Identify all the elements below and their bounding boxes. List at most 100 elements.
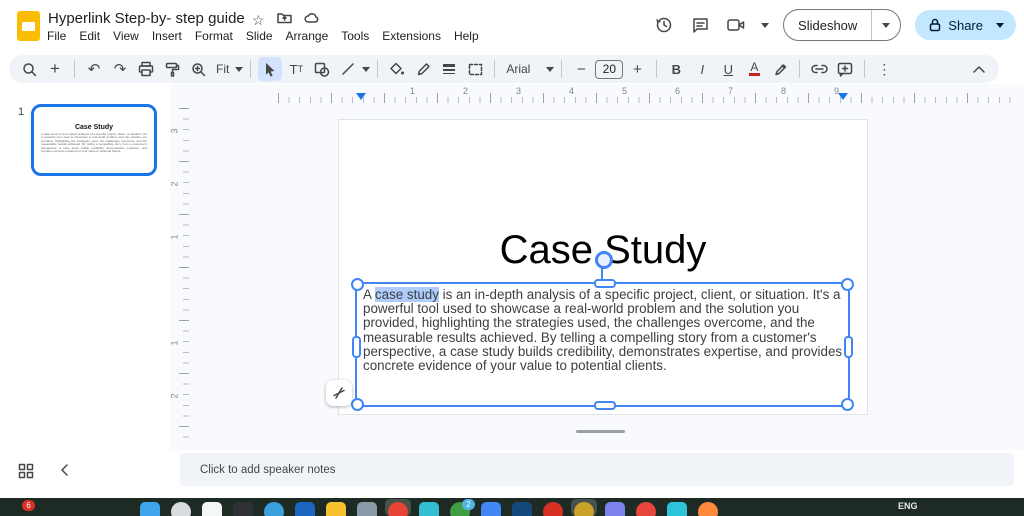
star-icon[interactable]: ☆ [252,12,265,29]
speaker-notes-placeholder: Click to add speaker notes [200,464,336,476]
fill-color-icon[interactable] [385,57,409,81]
menu-insert[interactable]: Insert [152,29,182,43]
meet-caret-icon[interactable] [761,23,769,28]
taskbar-app-chrome[interactable] [388,502,408,516]
meet-camera-icon[interactable] [725,14,747,36]
font-family-select[interactable]: Arial [502,62,544,76]
taskbar-app-chrome-profile[interactable] [543,502,563,516]
add-comment-icon[interactable] [833,57,857,81]
menu-tools[interactable]: Tools [341,29,369,43]
menu-view[interactable]: View [113,29,139,43]
ruler-indent-marker-left[interactable] [356,93,366,100]
taskbar-app-monitor-app[interactable] [419,502,439,516]
undo-icon[interactable]: ↶ [82,57,106,81]
v-ruler-number: 2 [170,393,180,398]
menu-arrange[interactable]: Arrange [286,29,329,43]
more-options-icon[interactable]: ⋮ [872,57,896,81]
menu-file[interactable]: File [47,29,66,43]
text-color-button[interactable]: A [742,57,766,81]
shape-icon[interactable] [310,57,334,81]
v-ruler-number: 3 [170,128,180,133]
slides-logo-icon[interactable] [17,11,40,41]
search-menus-icon[interactable] [17,57,41,81]
resize-handle-se[interactable] [841,398,854,411]
language-indicator[interactable]: ENG [898,501,918,511]
h-ruler-number: 5 [622,86,627,96]
border-color-icon[interactable] [411,57,435,81]
border-dash-icon[interactable] [463,57,487,81]
taskbar-app-search[interactable] [171,502,191,516]
version-history-icon[interactable] [653,14,675,36]
comments-icon[interactable] [689,14,711,36]
font-family-caret-icon[interactable] [546,67,554,72]
taskbar-app-outlook[interactable] [295,502,315,516]
resize-handle-w[interactable] [352,336,361,358]
line-tool-caret-icon[interactable] [362,67,370,72]
taskbar-app-printer[interactable] [357,502,377,516]
font-size-decrease-button[interactable]: − [569,57,593,81]
resize-handle-sw[interactable] [351,398,364,411]
bold-button[interactable]: B [664,57,688,81]
slide-thumbnail-1[interactable]: Case Study A case study is an in-depth a… [31,104,157,176]
menu-help[interactable]: Help [454,29,479,43]
zoom-fit-caret-icon[interactable] [235,67,243,72]
taskbar-app-edge[interactable] [264,502,284,516]
taskbar-app-windows-start[interactable] [140,502,160,516]
resize-handle-s[interactable] [594,401,616,410]
font-size-increase-button[interactable]: + [625,57,649,81]
move-folder-icon[interactable] [277,11,292,29]
highlight-color-icon[interactable] [768,57,792,81]
resize-handle-e[interactable] [844,336,853,358]
rotation-handle[interactable] [595,251,613,269]
menu-edit[interactable]: Edit [79,29,100,43]
taskbar-app-firefox[interactable] [698,502,718,516]
resize-handle-nw[interactable] [351,278,364,291]
new-slide-button[interactable]: + [43,57,67,81]
speaker-notes-input[interactable]: Click to add speaker notes [180,453,1014,486]
collapse-toolbar-icon[interactable] [967,57,991,81]
resize-handle-ne[interactable] [841,278,854,291]
redo-icon[interactable]: ↷ [108,57,132,81]
body-text[interactable]: A case study is an in-depth analysis of … [363,288,843,373]
font-size-input[interactable]: 20 [595,60,623,79]
paint-format-icon[interactable] [160,57,184,81]
document-title[interactable]: Hyperlink Step-by- step guide [48,10,245,27]
border-weight-icon[interactable] [437,57,461,81]
slideshow-button[interactable]: Slideshow [784,18,871,33]
taskbar-app-drive[interactable] [481,502,501,516]
taskbar-app-user-app-2[interactable] [636,502,656,516]
taskbar-app-mail-app[interactable] [512,502,532,516]
zoom-fit-select[interactable]: Fit [212,62,233,76]
grid-view-icon[interactable] [18,463,34,484]
menu-slide[interactable]: Slide [246,29,273,43]
print-icon[interactable] [134,57,158,81]
ruler-indent-marker-right[interactable] [838,93,848,100]
menu-format[interactable]: Format [195,29,233,43]
collapse-filmstrip-icon[interactable] [60,463,68,481]
autofit-button[interactable] [326,380,352,406]
taskbar-app-teams[interactable] [605,502,625,516]
select-tool-icon[interactable] [258,57,282,81]
notes-resize-handle[interactable] [576,430,625,433]
text-box-icon[interactable]: TT [284,57,308,81]
h-ruler-number: 3 [516,86,521,96]
taskbar-app-task-view[interactable] [202,502,222,516]
taskbar-app-widgets[interactable] [233,502,253,516]
zoom-icon[interactable] [186,57,210,81]
slideshow-dropdown[interactable] [871,10,900,40]
filmstrip-panel: 1 Case Study A case study is an in-depth… [0,84,170,450]
share-dropdown[interactable] [990,10,1010,40]
cloud-status-icon[interactable] [304,11,320,29]
taskbar-app-terminal[interactable] [667,502,687,516]
h-ruler-number: 4 [569,86,574,96]
share-button[interactable]: Share [915,10,1016,40]
insert-link-icon[interactable] [807,57,831,81]
italic-button[interactable]: I [690,57,714,81]
selected-text-box[interactable]: A case study is an in-depth analysis of … [355,282,850,407]
taskbar-app-file-explorer[interactable] [326,502,346,516]
resize-handle-n[interactable] [594,279,616,288]
taskbar-app-user-app[interactable] [574,502,594,516]
menu-extensions[interactable]: Extensions [382,29,441,43]
line-tool-icon[interactable] [336,57,360,81]
underline-button[interactable]: U [716,57,740,81]
